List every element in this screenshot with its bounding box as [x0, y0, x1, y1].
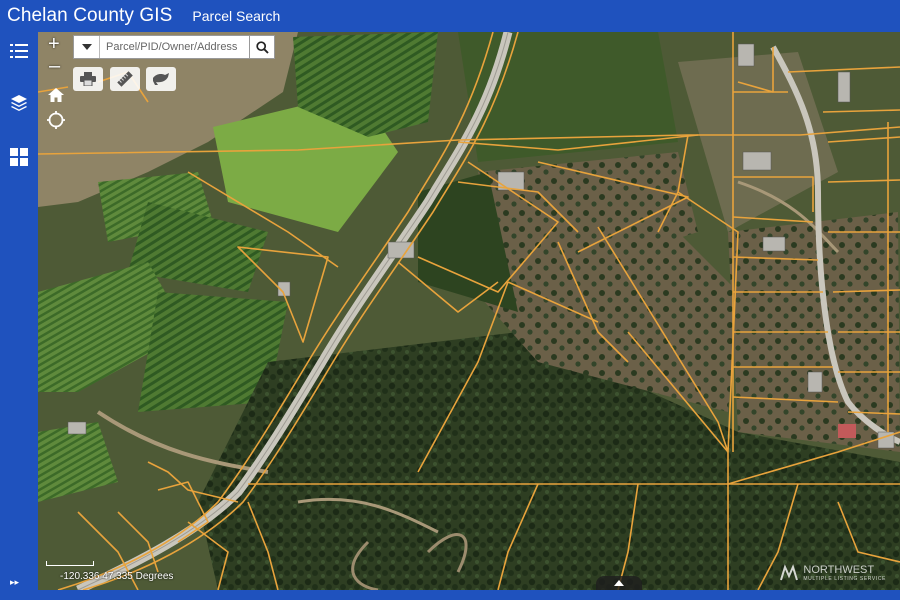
zoom-in-button[interactable]: +: [48, 33, 60, 56]
parcel-search-link[interactable]: Parcel Search: [192, 8, 280, 24]
search-icon: [255, 40, 269, 54]
watermark-text: NORTHWEST MULTIPLE LISTING SERVICE: [803, 564, 886, 582]
print-icon: [80, 72, 96, 86]
draw-icon: [153, 73, 169, 85]
nwmls-logo-icon: [780, 564, 799, 581]
nwmls-watermark: NORTHWEST MULTIPLE LISTING SERVICE: [779, 564, 886, 582]
search-box: [73, 35, 275, 59]
caret-up-icon: [614, 580, 624, 586]
parcel-search-input[interactable]: [100, 36, 274, 58]
scale-bar: [46, 561, 94, 566]
home-icon[interactable]: [47, 86, 65, 109]
zoom-out-button[interactable]: –: [49, 55, 60, 78]
map-view[interactable]: + – -120.336 47.335 Degrees NORTHWEST MU…: [38, 32, 900, 590]
watermark-brand: NORTHWEST: [803, 564, 875, 576]
bottom-panel-toggle[interactable]: [596, 576, 642, 590]
print-button[interactable]: [73, 67, 103, 91]
expand-panel-icon[interactable]: ▸▸: [10, 577, 19, 588]
grid-icon[interactable]: [6, 144, 32, 170]
layers-icon[interactable]: [6, 90, 32, 116]
watermark-sub: MULTIPLE LISTING SERVICE: [803, 576, 886, 582]
footer-bar: [0, 590, 900, 600]
sidebar: ▸▸: [0, 32, 38, 600]
measure-icon: [117, 71, 133, 87]
caret-down-icon: [81, 44, 92, 50]
measure-button[interactable]: [110, 67, 140, 91]
draw-button[interactable]: [146, 67, 176, 91]
coordinate-readout: -120.336 47.335 Degrees: [60, 571, 174, 582]
app-header: Chelan County GIS Parcel Search: [0, 0, 900, 32]
search-type-dropdown[interactable]: [74, 36, 100, 58]
locate-icon[interactable]: [47, 111, 65, 135]
aerial-imagery: [38, 32, 900, 590]
app-title: Chelan County GIS: [7, 5, 173, 26]
list-icon[interactable]: [6, 38, 32, 64]
search-button[interactable]: [249, 35, 275, 59]
